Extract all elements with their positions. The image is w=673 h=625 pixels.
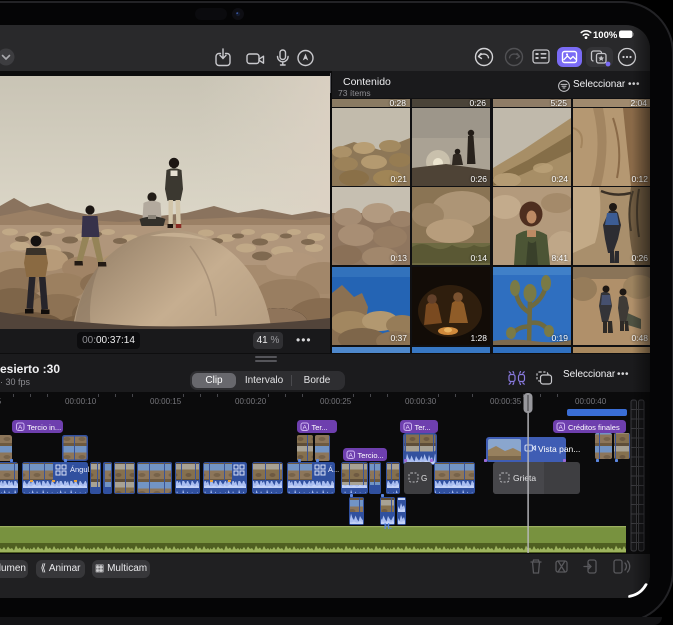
svg-text:Tercio...: Tercio... [358, 451, 384, 460]
svg-text:Ter...: Ter... [415, 423, 431, 432]
svg-text:00:00:25: 00:00:25 [320, 397, 352, 406]
svg-text:00:00:10: 00:00:10 [65, 397, 97, 406]
svg-text:00:00:40: 00:00:40 [575, 397, 607, 406]
svg-text:H.: H. [384, 522, 392, 531]
svg-text:A: A [18, 425, 23, 432]
svg-text:A: A [559, 425, 564, 432]
svg-text:Ter...: Ter... [312, 423, 328, 432]
svg-text:A: A [406, 425, 411, 432]
svg-text:Vista pan...: Vista pan... [538, 444, 580, 454]
svg-text:00:00:05: 00:00:05 [0, 397, 2, 406]
svg-text:Tercio in...: Tercio in... [27, 423, 61, 432]
svg-text:100%: 100% [593, 30, 618, 41]
svg-text:A: A [303, 425, 308, 432]
svg-text:Grieta: Grieta [513, 473, 536, 483]
svg-text:00:00:35: 00:00:35 [490, 397, 522, 406]
svg-text:00:00:20: 00:00:20 [235, 397, 267, 406]
svg-text:00:00:30: 00:00:30 [405, 397, 437, 406]
svg-text:Á...: Á... [328, 465, 339, 474]
svg-text:Créditos finales: Créditos finales [568, 423, 620, 432]
svg-text:A: A [349, 453, 354, 460]
svg-text:G: G [421, 474, 427, 483]
svg-text:00:00:15: 00:00:15 [150, 397, 182, 406]
